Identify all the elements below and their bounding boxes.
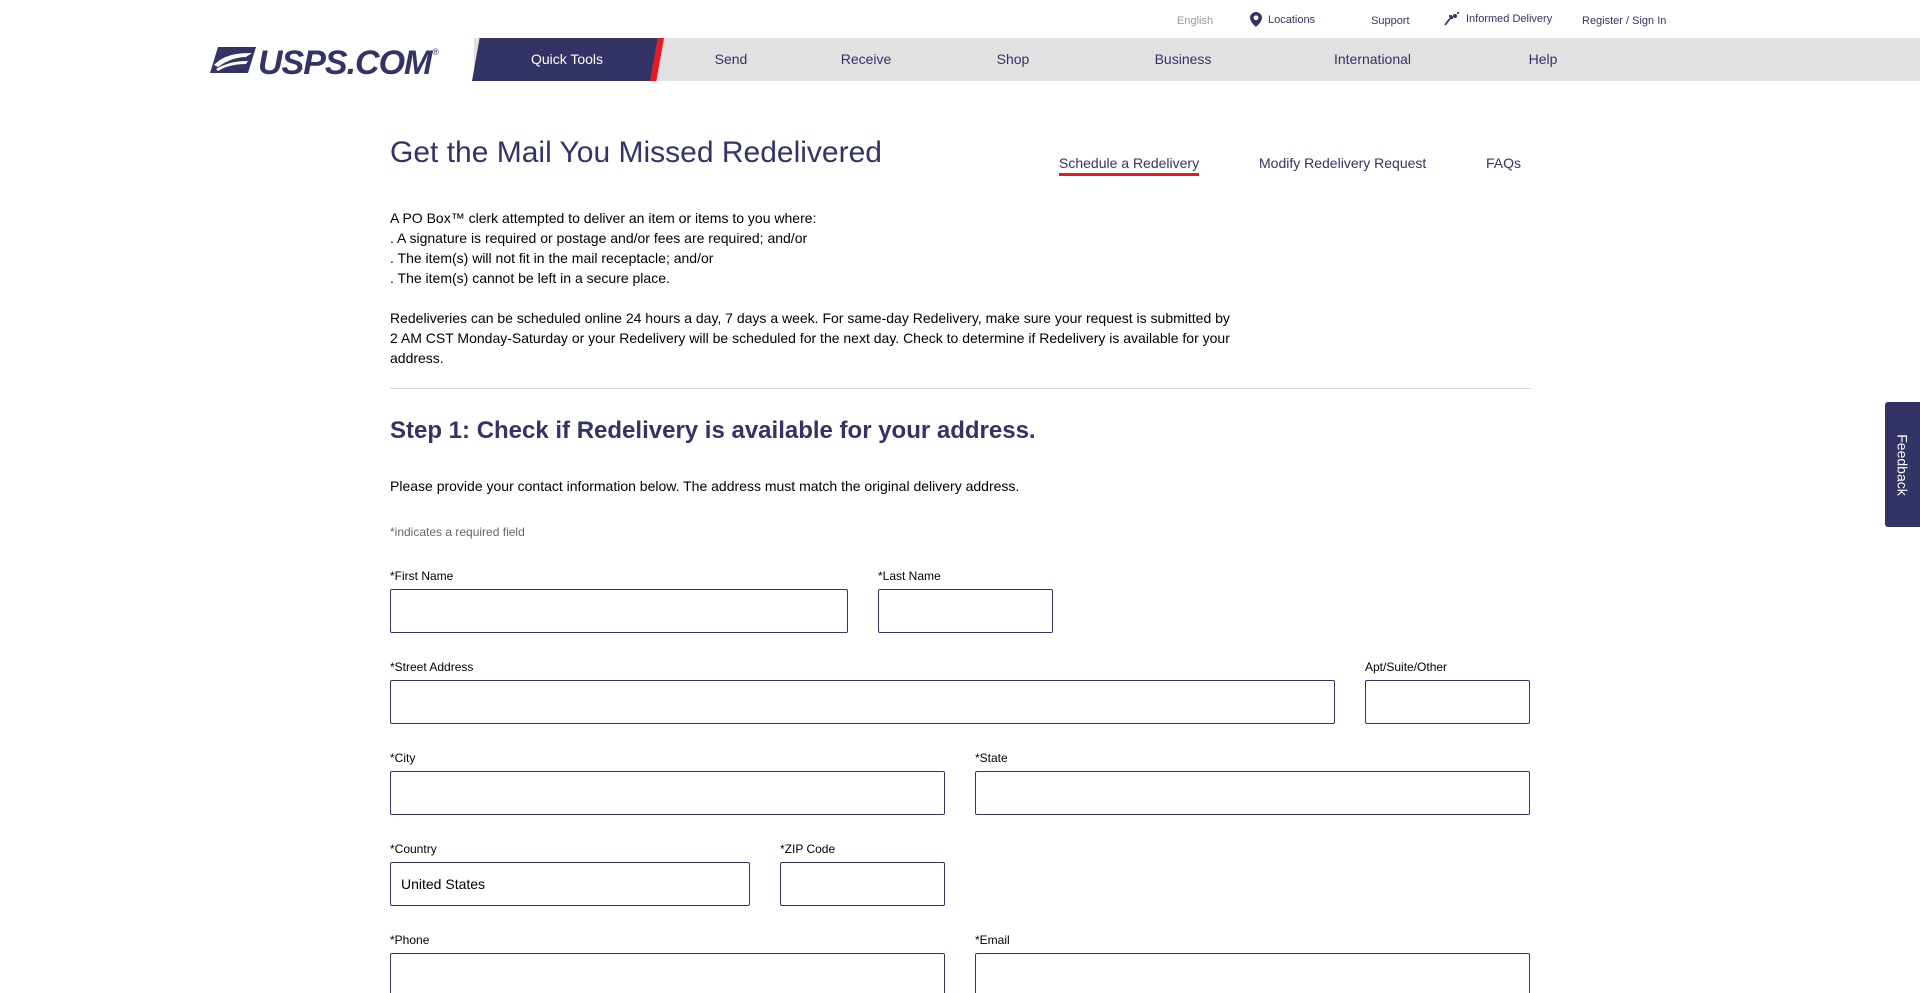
informed-delivery-icon	[1444, 12, 1460, 26]
page-title: Get the Mail You Missed Redelivered	[390, 136, 882, 169]
phone-input[interactable]	[390, 953, 945, 993]
country-label: *Country	[390, 842, 437, 856]
logo-registered-mark: ®	[432, 47, 439, 57]
zip-code-label: *ZIP Code	[780, 842, 836, 856]
intro-line: . The item(s) will not fit in the mail r…	[390, 250, 714, 266]
support-link[interactable]: Support	[1371, 15, 1410, 27]
feedback-label: Feedback	[1894, 433, 1911, 496]
subnav-faqs[interactable]: FAQs	[1486, 155, 1521, 171]
city-input[interactable]	[390, 771, 945, 815]
form-instruction: Please provide your contact information …	[390, 478, 1020, 494]
nav-business[interactable]: Business	[1145, 38, 1221, 81]
email-label: *Email	[975, 933, 1010, 947]
required-field-note: *indicates a required field	[390, 525, 525, 539]
street-address-input[interactable]	[390, 680, 1335, 724]
location-pin-icon	[1250, 12, 1262, 27]
intro-paragraph: Redeliveries can be scheduled online 24 …	[390, 310, 1230, 366]
intro-text: A PO Box™ clerk attempted to deliver an …	[390, 208, 1240, 368]
register-sign-in-link[interactable]: Register / Sign In	[1582, 15, 1666, 27]
apt-suite-input[interactable]	[1365, 680, 1530, 724]
last-name-label: *Last Name	[878, 569, 941, 583]
nav-send[interactable]: Send	[700, 38, 762, 81]
intro-line: . A signature is required or postage and…	[390, 230, 808, 246]
city-label: *City	[390, 751, 416, 765]
language-label: English	[1177, 15, 1214, 27]
nav-receive[interactable]: Receive	[835, 38, 897, 81]
logo-text: USPS.COM	[258, 43, 432, 82]
country-input[interactable]	[390, 862, 750, 906]
section-divider	[390, 388, 1531, 389]
email-input[interactable]	[975, 953, 1530, 993]
support-label: Support	[1371, 15, 1410, 27]
nav-shop[interactable]: Shop	[982, 38, 1044, 81]
utility-bar: English Locations Support Informed Deliv…	[0, 0, 1920, 38]
register-label: Register / Sign In	[1582, 15, 1667, 27]
street-address-label: *Street Address	[390, 660, 474, 674]
step-title: Check if Redelivery is available for you…	[476, 417, 1036, 444]
state-select[interactable]	[975, 771, 1530, 815]
step-heading: Step 1: Check if Redelivery is available…	[390, 417, 1036, 445]
intro-line: . The item(s) cannot be left in a secure…	[390, 270, 670, 286]
informed-delivery-link[interactable]: Informed Delivery	[1444, 12, 1552, 26]
nav-international[interactable]: International	[1325, 38, 1420, 81]
nav-quick-tools[interactable]: Quick Tools	[472, 38, 662, 81]
phone-label: *Phone	[390, 933, 430, 947]
nav-help[interactable]: Help	[1515, 38, 1571, 81]
last-name-input[interactable]	[878, 589, 1053, 633]
language-selector[interactable]: English	[1177, 15, 1213, 27]
usps-logo[interactable]: USPS.COM ®	[210, 45, 439, 80]
informed-delivery-label: Informed Delivery	[1466, 13, 1553, 25]
zip-code-input[interactable]	[780, 862, 945, 906]
locations-label: Locations	[1268, 13, 1316, 26]
intro-line: A PO Box™ clerk attempted to deliver an …	[390, 210, 817, 226]
step-prefix: Step 1:	[390, 417, 471, 444]
eagle-logo-icon	[210, 45, 256, 80]
subnav-schedule-redelivery[interactable]: Schedule a Redelivery	[1059, 155, 1200, 176]
subnav-modify-redelivery[interactable]: Modify Redelivery Request	[1259, 155, 1426, 171]
first-name-input[interactable]	[390, 589, 848, 633]
apt-suite-label: Apt/Suite/Other	[1365, 660, 1448, 674]
first-name-label: *First Name	[390, 569, 454, 583]
state-label: *State	[975, 751, 1008, 765]
locations-link[interactable]: Locations	[1250, 12, 1315, 27]
feedback-tab[interactable]: Feedback	[1885, 402, 1920, 527]
